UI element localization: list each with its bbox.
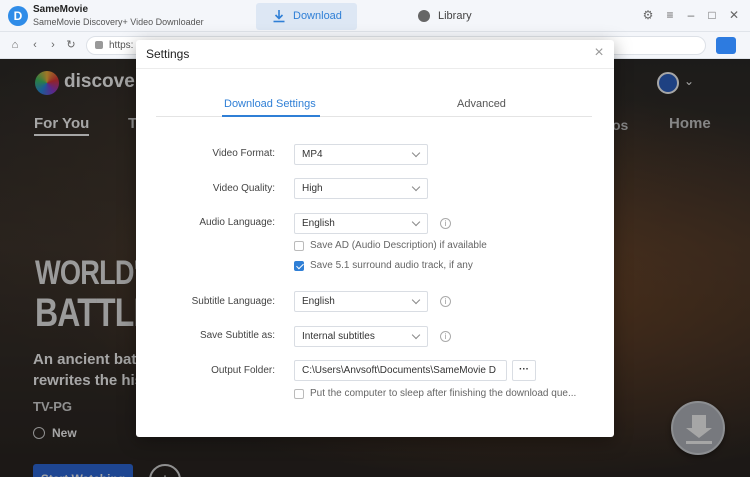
output-folder-label: Output Folder: — [211, 365, 275, 376]
info-icon[interactable]: i — [440, 296, 451, 307]
save-51-label: Save 5.1 surround audio track, if any — [310, 260, 473, 271]
app-name: SameMovie — [33, 4, 89, 15]
dialog-divider — [136, 68, 614, 69]
browse-folder-button[interactable]: ··· — [512, 360, 536, 381]
tab-library-label: Library — [438, 10, 472, 22]
save-subtitle-label: Save Subtitle as: — [199, 330, 275, 341]
extension-icon[interactable] — [716, 37, 736, 54]
minimize-icon[interactable]: – — [684, 8, 698, 22]
tab-download-settings[interactable]: Download Settings — [224, 98, 316, 110]
sleep-label: Put the computer to sleep after finishin… — [310, 388, 577, 399]
chevron-down-icon — [411, 148, 421, 158]
download-icon — [273, 10, 285, 23]
subtitle-language-select[interactable]: English — [294, 291, 428, 312]
video-format-value: MP4 — [302, 149, 323, 160]
save-51-checkbox[interactable] — [294, 261, 304, 271]
app-subtitle: SameMovie Discovery+ Video Downloader — [33, 17, 204, 27]
menu-icon[interactable]: ≡ — [663, 8, 677, 22]
clock-icon — [418, 10, 430, 22]
save-ad-checkbox[interactable] — [294, 241, 304, 251]
settings-dialog: Settings × Download Settings Advanced Vi… — [136, 40, 614, 437]
tab-advanced[interactable]: Advanced — [457, 98, 506, 110]
video-quality-select[interactable]: High — [294, 178, 428, 199]
subtitle-language-value: English — [302, 296, 335, 307]
close-window-icon[interactable]: ✕ — [727, 8, 741, 22]
settings-gear-icon[interactable]: ⚙ — [641, 8, 655, 22]
reload-icon[interactable]: ↻ — [64, 38, 78, 52]
sleep-checkbox[interactable] — [294, 389, 304, 399]
home-icon[interactable]: ⌂ — [8, 38, 22, 52]
maximize-icon[interactable]: □ — [705, 8, 719, 22]
forward-icon[interactable]: › — [46, 38, 60, 52]
chevron-down-icon — [411, 182, 421, 192]
save-subtitle-value: Internal subtitles — [302, 331, 375, 342]
save-ad-label: Save AD (Audio Description) if available — [310, 240, 487, 251]
chevron-down-icon — [411, 330, 421, 340]
subtitle-language-label: Subtitle Language: — [191, 296, 275, 307]
info-icon[interactable]: i — [440, 331, 451, 342]
title-bar: D SameMovie SameMovie Discovery+ Video D… — [0, 0, 750, 32]
audio-language-value: English — [302, 218, 335, 229]
back-icon[interactable]: ‹ — [28, 38, 42, 52]
tab-download-label: Download — [293, 10, 342, 22]
lock-icon — [95, 41, 103, 49]
active-tab-indicator — [222, 115, 320, 117]
video-quality-value: High — [302, 183, 323, 194]
video-quality-label: Video Quality: — [212, 183, 275, 194]
video-format-label: Video Format: — [212, 148, 275, 159]
chevron-down-icon — [411, 295, 421, 305]
close-icon[interactable]: × — [591, 45, 607, 61]
save-subtitle-select[interactable]: Internal subtitles — [294, 326, 428, 347]
video-format-select[interactable]: MP4 — [294, 144, 428, 165]
audio-language-label: Audio Language: — [199, 217, 275, 228]
app-logo-icon: D — [8, 6, 28, 26]
chevron-down-icon — [411, 217, 421, 227]
audio-language-select[interactable]: English — [294, 213, 428, 234]
info-icon[interactable]: i — [440, 218, 451, 229]
dialog-title: Settings — [146, 47, 190, 61]
url-text: https: — [109, 40, 134, 51]
tab-download[interactable]: Download — [256, 3, 357, 30]
output-folder-input[interactable]: C:\Users\Anvsoft\Documents\SameMovie D — [294, 360, 507, 381]
